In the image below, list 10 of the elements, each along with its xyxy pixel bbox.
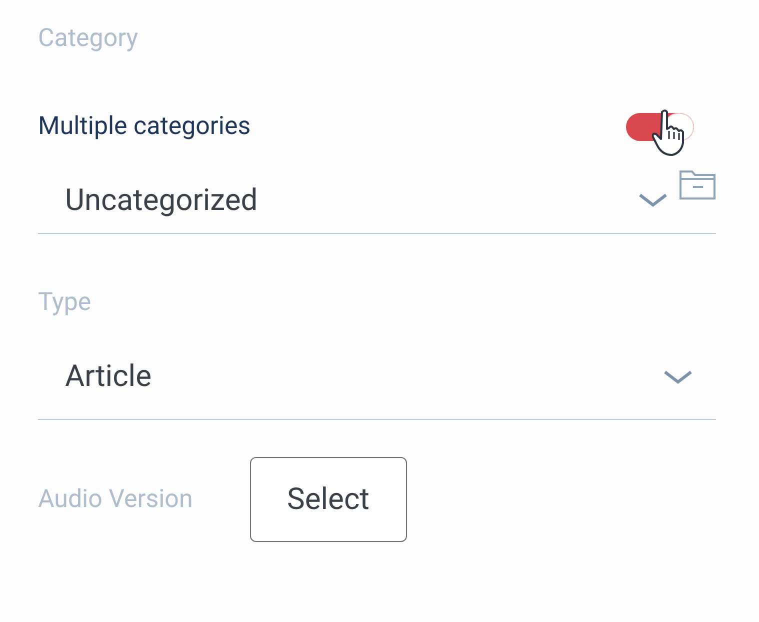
category-select[interactable]: Uncategorized (38, 144, 716, 234)
section-label: Type (38, 288, 92, 316)
select-button[interactable]: Select (250, 457, 407, 542)
pointer-cursor-icon (652, 108, 686, 156)
chevron-down-icon (662, 369, 694, 385)
chevron-down-icon (637, 192, 669, 208)
type-select[interactable]: Article (38, 323, 716, 420)
toggle-label: Multiple categories (38, 110, 251, 143)
section-label: Category (38, 24, 138, 53)
field-label: Audio Version (38, 484, 193, 516)
